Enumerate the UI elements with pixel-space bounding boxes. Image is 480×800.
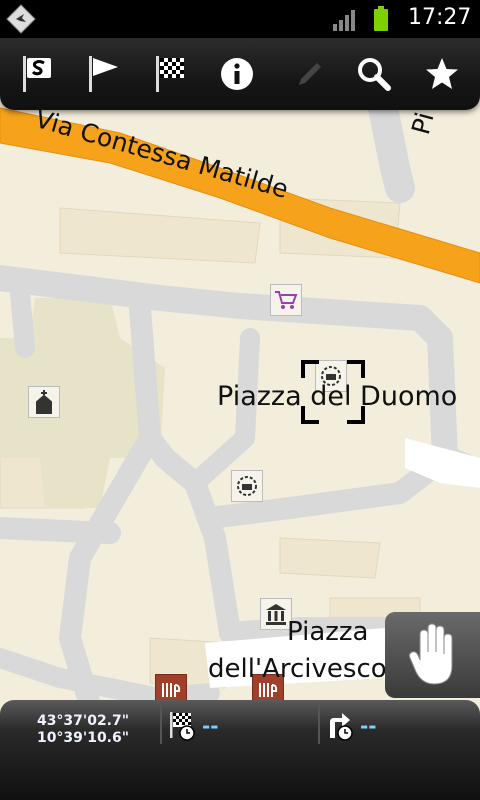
church-icon[interactable] (28, 386, 60, 418)
signal-icon (333, 10, 355, 31)
info-button[interactable] (207, 38, 267, 110)
app-notification-icon (6, 4, 36, 34)
search-icon (358, 58, 391, 91)
hand-icon (408, 623, 452, 685)
info-icon (221, 58, 253, 90)
turn-distance-value: -- (360, 714, 377, 738)
gps-coordinates[interactable]: 43°37'02.7" 10°39'10.6" (28, 713, 138, 747)
waypoint-flag-icon (89, 56, 118, 92)
toolbar (0, 38, 480, 110)
set-start-button[interactable] (7, 38, 67, 110)
shopping-cart-icon[interactable] (270, 284, 302, 316)
place-label-piazza: Piazza (287, 617, 369, 647)
star-icon (426, 58, 458, 89)
battery-icon (374, 6, 388, 31)
distance-to-next-turn[interactable]: -- (326, 708, 377, 744)
divider (318, 704, 320, 744)
set-waypoint-button[interactable] (73, 38, 133, 110)
search-button[interactable] (344, 38, 404, 110)
turn-time-icon (330, 713, 353, 741)
start-flag-icon (23, 56, 51, 92)
destination-distance-value: -- (202, 714, 219, 738)
edit-button[interactable] (280, 38, 340, 110)
map-cursor-crosshair (301, 360, 365, 424)
monument-icon[interactable] (231, 470, 263, 502)
clock: 17:27 (408, 5, 472, 30)
latitude: 43°37'02.7" (36, 713, 130, 729)
destination-time-icon (170, 712, 195, 741)
set-destination-button[interactable] (140, 38, 200, 110)
favorites-button[interactable] (412, 38, 472, 110)
distance-to-destination[interactable]: -- (168, 708, 219, 744)
pencil-icon (299, 63, 321, 85)
pan-mode-button[interactable] (385, 612, 480, 698)
divider (160, 704, 162, 744)
place-label-arcivescovado: dell'Arcivesco (208, 654, 387, 684)
status-bar: 17:27 (0, 0, 480, 38)
bottom-bar: 43°37'02.7" 10°39'10.6" -- -- (0, 700, 480, 800)
longitude: 10°39'10.6" (36, 730, 130, 746)
checkered-flag-icon (156, 56, 184, 92)
screen: Via Contessa Matilde Pi Piazza del Duomo… (0, 0, 480, 800)
